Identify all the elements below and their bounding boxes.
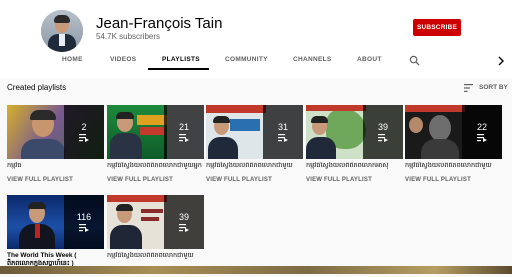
- view-full-playlist-link[interactable]: VIEW FULL PLAYLIST: [306, 177, 372, 183]
- video-count: 2: [81, 122, 87, 132]
- playlist-icon: [79, 224, 89, 232]
- tab-home[interactable]: HOME: [62, 56, 83, 63]
- playlist-icon: [179, 224, 189, 232]
- playlist-thumbnail[interactable]: 31: [206, 105, 303, 159]
- playlist-icon: [278, 134, 288, 142]
- tab-community[interactable]: COMMUNITY: [225, 56, 268, 63]
- playlist-overlay: 31: [263, 105, 303, 159]
- chevron-right-icon[interactable]: [497, 56, 505, 66]
- playlist-card[interactable]: 116 The World This Week ( ពិភពលោកក្នុងសប…: [7, 195, 104, 277]
- playlist-icon: [79, 134, 89, 142]
- subscribe-button[interactable]: SUBSCRIBE: [413, 19, 461, 36]
- playlist-overlay: 2: [64, 105, 104, 159]
- playlist-thumbnail[interactable]: 22: [405, 105, 502, 159]
- tab-playlists[interactable]: PLAYLISTS: [162, 56, 200, 63]
- playlist-title[interactable]: កម្មវិធីស្វែងយល់ពីពិភពលោកជាមួយ: [405, 162, 502, 171]
- active-tab-indicator: [148, 68, 209, 70]
- playlist-title[interactable]: កម្មវិធ: [7, 162, 104, 171]
- playlist-card[interactable]: 2 កម្មវិធ VIEW FULL PLAYLIST: [7, 105, 104, 187]
- playlist-thumbnail[interactable]: 116: [7, 195, 104, 249]
- sort-by-button[interactable]: SORT BY: [464, 83, 508, 93]
- playlist-card[interactable]: 39 កម្មវិធីស្វែងយល់ពីពិភពលោកជាមួយ: [107, 195, 204, 277]
- view-full-playlist-link[interactable]: VIEW FULL PLAYLIST: [7, 177, 73, 183]
- view-full-playlist-link[interactable]: VIEW FULL PLAYLIST: [405, 177, 471, 183]
- playlist-thumbnail[interactable]: 21: [107, 105, 204, 159]
- playlist-overlay: 22: [462, 105, 502, 159]
- playlist-card[interactable]: 39 កម្មវិធីស្វែងយល់ពីពិភពលោកអាស៊ី VIEW F…: [306, 105, 403, 187]
- video-count: 21: [178, 122, 189, 132]
- section-title: Created playlists: [7, 83, 67, 92]
- view-full-playlist-link[interactable]: VIEW FULL PLAYLIST: [107, 177, 173, 183]
- video-count: 39: [377, 122, 388, 132]
- video-count: 22: [476, 122, 487, 132]
- tab-channels[interactable]: CHANNELS: [293, 56, 332, 63]
- playlist-overlay: 116: [64, 195, 104, 249]
- playlist-overlay: 39: [363, 105, 403, 159]
- playlist-thumbnail[interactable]: 2: [7, 105, 104, 159]
- playlist-title[interactable]: កម្មវិធីស្វែងយល់ពីពិភពលោកជាមួយ: [107, 252, 204, 261]
- sort-icon: [464, 84, 473, 92]
- video-count: 31: [277, 122, 288, 132]
- channel-header: Jean-François Tain 54.7K subscribers SUB…: [0, 0, 512, 78]
- playlist-icon: [477, 134, 487, 142]
- sort-by-label: SORT BY: [479, 84, 508, 91]
- playlist-title[interactable]: កម្មវិធីស្វែងយល់ពីពិភពលោកអាស៊ី: [306, 162, 403, 171]
- channel-avatar[interactable]: [41, 10, 83, 52]
- playlist-icon: [179, 134, 189, 142]
- channel-tabs: HOME VIDEOS PLAYLISTS COMMUNITY CHANNELS…: [0, 52, 512, 74]
- playlist-overlay: 39: [164, 195, 204, 249]
- desk-strip: [0, 266, 512, 274]
- playlist-overlay: 21: [164, 105, 204, 159]
- playlist-card[interactable]: 31 កម្មវិធីស្វែងយល់ពីពិភពលោកជាមួយ VIEW F…: [206, 105, 303, 187]
- view-full-playlist-link[interactable]: VIEW FULL PLAYLIST: [206, 177, 272, 183]
- search-icon[interactable]: [409, 55, 420, 66]
- video-count: 116: [76, 212, 92, 222]
- tab-about[interactable]: ABOUT: [357, 56, 382, 63]
- tab-videos[interactable]: VIDEOS: [110, 56, 136, 63]
- subscriber-count: 54.7K subscribers: [96, 32, 161, 41]
- playlist-title[interactable]: កម្មវិធីស្វែងយល់ពីពិភពលោកជាមួយអ្នក: [107, 162, 204, 171]
- video-count: 39: [178, 212, 189, 222]
- playlist-thumbnail[interactable]: 39: [107, 195, 204, 249]
- playlist-card[interactable]: 21 កម្មវិធីស្វែងយល់ពីពិភពលោកជាមួយអ្នក VI…: [107, 105, 204, 187]
- playlist-title[interactable]: កម្មវិធីស្វែងយល់ពីពិភពលោកជាមួយ: [206, 162, 303, 171]
- playlist-thumbnail[interactable]: 39: [306, 105, 403, 159]
- playlist-icon: [378, 134, 388, 142]
- playlist-card[interactable]: 22 កម្មវិធីស្វែងយល់ពីពិភពលោកជាមួយ VIEW F…: [405, 105, 502, 187]
- channel-name: Jean-François Tain: [96, 15, 223, 32]
